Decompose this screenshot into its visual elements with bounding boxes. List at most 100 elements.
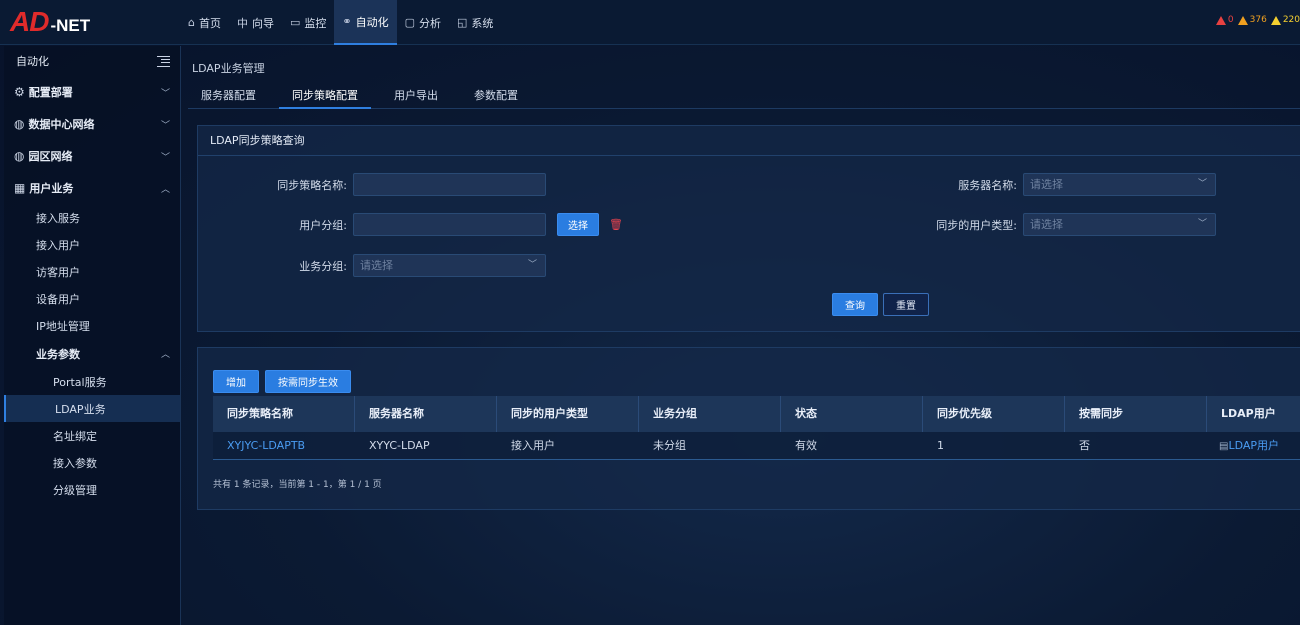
trash-icon[interactable]: 🗑 [609,218,623,231]
nav-monitor[interactable]: ▭ 监控 [282,0,334,45]
user-business-icon: ▦ [14,181,26,195]
col-status[interactable]: 状态 [781,396,923,432]
sidebar-item-access-user[interactable]: 接入用户 [4,231,180,258]
reset-button[interactable]: 重置 [883,293,929,316]
table-cell: 1 [937,439,944,452]
chevron-up-icon: ︿ [160,350,170,360]
policy-name-label: 同步策略名称: [277,178,347,192]
alarm-critical[interactable]: 0 [1215,15,1234,25]
col-sync-user-type[interactable]: 同步的用户类型 [497,396,639,432]
on-demand-sync-button[interactable]: 按需同步生效 [265,370,351,393]
sidebar-item-access-params[interactable]: 接入参数 [4,449,180,476]
nav-automation[interactable]: ⚭ 自动化 [334,0,397,45]
select-placeholder: 请选择 [360,259,393,272]
alarm-major[interactable]: 376 [1237,15,1267,25]
sidebar-item-device-user[interactable]: 设备用户 [4,285,180,312]
policy-table: 同步策略名称 服务器名称 同步的用户类型 业务分组 状态 同步优先级 按需同步 … [213,396,1300,460]
nav-system[interactable]: ◱ 系统 [449,0,501,45]
alarm-summary: 0 376 220 [1215,15,1300,25]
add-button[interactable]: 增加 [213,370,259,393]
sidebar-title: 自动化 [16,55,49,68]
sidebar-item-guest-user[interactable]: 访客用户 [4,258,180,285]
row-server-name: 服务器名称: 请选择 ﹀ [883,173,1216,196]
list-toolbar: 增加 按需同步生效 [213,370,351,393]
sidebar-group-user-business[interactable]: ▦ 用户业务 ︿ [4,172,180,204]
user-group-input[interactable] [353,213,546,236]
sidebar-group-campus[interactable]: ◍ 园区网络 ﹀ [4,140,180,172]
sidebar-group-deploy[interactable]: ⚙ 配置部署 ﹀ [4,76,180,108]
sidebar-group-label: 用户业务 [29,182,74,195]
select-group-button[interactable]: 选择 [557,213,599,236]
alarm-critical-icon [1215,15,1226,25]
sidebar-item-binding[interactable]: 名址绑定 [4,422,180,449]
tab-param-config[interactable]: 参数配置 [461,83,531,109]
main-content: LDAP业务管理 服务器配置 同步策略配置 用户导出 参数配置 LDAP同步策略… [182,46,1300,625]
guide-icon: 中 [236,16,248,30]
sidebar-header: 自动化 [4,46,180,76]
nav-label: 首页 [198,16,221,30]
table-cell: 未分组 [653,439,686,452]
sidebar-item-access-service[interactable]: 接入服务 [4,204,180,231]
policy-name-input[interactable] [353,173,546,196]
select-placeholder: 请选择 [1030,178,1063,191]
chevron-down-icon: ﹀ [1197,179,1207,189]
alarm-minor[interactable]: 220 [1270,15,1300,25]
tab-user-export[interactable]: 用户导出 [381,83,451,109]
user-group-label: 用户分组: [299,218,347,232]
nav-guide[interactable]: 中向导 [229,0,282,45]
gear-icon: ⚙ [14,85,25,99]
col-on-demand[interactable]: 按需同步 [1065,396,1207,432]
tab-bar: 服务器配置 同步策略配置 用户导出 参数配置 [188,83,1300,109]
chevron-down-icon: ﹀ [160,152,170,163]
logo-mark: AD [10,6,49,37]
sidebar-item-ldap[interactable]: LDAP业务 [4,395,180,422]
server-name-select[interactable]: 请选择 ﹀ [1023,173,1216,196]
table-row: XYJYC-LDAPTB XYYC-LDAP 接入用户 未分组 有效 1 否 ▤… [213,432,1300,460]
top-bar: AD -NET ⌂ 首页 中向导 ▭ 监控 ⚭ 自动化 ▢ 分析 ◱ 系统 0 376 2… [0,0,1300,45]
nav-label: 向导 [251,16,274,30]
logo[interactable]: AD -NET [10,6,90,38]
search-button[interactable]: 查询 [832,293,878,316]
query-actions: 查询 重置 [832,293,929,316]
sync-user-type-select[interactable]: 请选择 ﹀ [1023,213,1216,236]
col-policy-name[interactable]: 同步策略名称 [213,396,355,432]
sidebar-item-level-management[interactable]: 分级管理 [4,476,180,503]
home-icon: ⌂ [188,16,195,29]
chevron-up-icon: ︿ [160,184,170,195]
nav-analysis[interactable]: ▢ 分析 [397,0,449,45]
col-priority[interactable]: 同步优先级 [923,396,1065,432]
sidebar-item-portal[interactable]: Portal服务 [4,368,180,395]
chevron-down-icon: ﹀ [160,120,170,131]
row-policy-name: 同步策略名称: [213,173,546,196]
logo-suffix: -NET [50,16,91,35]
row-biz-group: 业务分组: 请选择 ﹀ [213,254,546,277]
sidebar-item-ip-management[interactable]: IP地址管理 [4,312,180,339]
sidebar: 自动化 ⚙ 配置部署 ﹀ ◍ 数据中心网络 ﹀ ◍ 园区网络 ﹀ ▦ 用户业务 ︿ 接入… [4,46,181,625]
sync-user-type-label: 同步的用户类型: [936,218,1017,232]
col-ldap-user[interactable]: LDAP用户 [1207,396,1300,432]
col-server-name[interactable]: 服务器名称 [355,396,497,432]
list-panel: 增加 按需同步生效 同步策略名称 服务器名称 同步的用户类型 业务分组 状态 同… [197,347,1300,510]
tab-sync-policy[interactable]: 同步策略配置 [279,83,371,109]
chevron-down-icon: ﹀ [160,88,170,99]
tab-server-config[interactable]: 服务器配置 [188,83,269,109]
sidebar-group-label: 配置部署 [28,86,73,99]
biz-group-label: 业务分组: [299,259,347,273]
sidebar-subgroup-label: 业务参数 [36,347,80,361]
sidebar-group-label: 园区网络 [28,150,73,163]
sidebar-subgroup-business-params[interactable]: 业务参数 ︿ [4,339,180,368]
policy-name-link[interactable]: XYJYC-LDAPTB [213,432,355,459]
sidebar-group-datacenter[interactable]: ◍ 数据中心网络 ﹀ [4,108,180,140]
col-biz-group[interactable]: 业务分组 [639,396,781,432]
biz-group-select[interactable]: 请选择 ﹀ [353,254,546,277]
globe-icon: ◍ [14,117,25,131]
row-sync-user-type: 同步的用户类型: 请选择 ﹀ [883,213,1216,236]
collapse-menu-icon[interactable] [157,55,170,67]
nav-home[interactable]: ⌂ 首页 [180,0,229,45]
globe-icon: ◍ [14,149,25,163]
nav-label: 系统 [471,16,494,30]
table-cell: 有效 [795,439,817,452]
ldap-user-link[interactable]: ▤LDAP用户 [1207,432,1300,459]
table-cell: XYYC-LDAP [369,439,430,452]
analysis-icon: ▢ [404,16,416,29]
